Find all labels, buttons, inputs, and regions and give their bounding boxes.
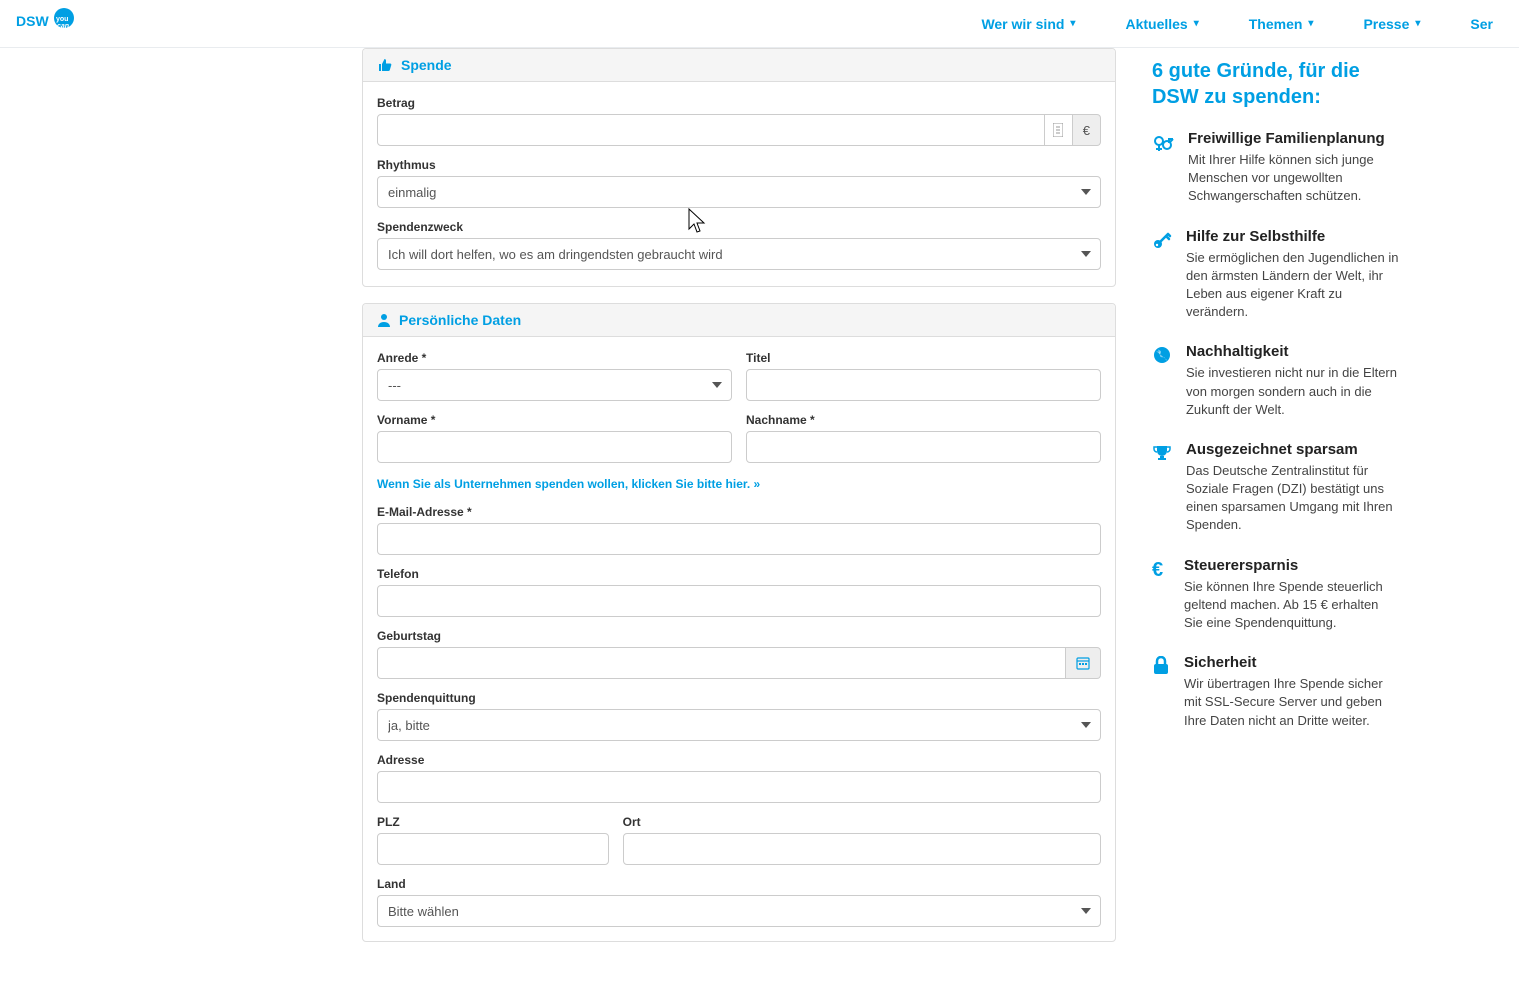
reason-title: Steuerersparnis	[1184, 557, 1400, 574]
top-header: DSW you can Wer wir sind▾ Aktuelles▾ The…	[0, 0, 1519, 48]
anrede-select[interactable]: ---	[377, 369, 732, 401]
globe-icon	[1152, 343, 1172, 419]
label-email: E-Mail-Adresse *	[377, 505, 1101, 519]
nav-wer-wir-sind[interactable]: Wer wir sind▾	[981, 16, 1075, 32]
betrag-input[interactable]	[377, 114, 1045, 146]
reason-text: Sie investieren nicht nur in die Eltern …	[1186, 364, 1400, 419]
label-ort: Ort	[623, 815, 1101, 829]
svg-text:DSW: DSW	[16, 13, 49, 29]
nachname-input[interactable]	[746, 431, 1101, 463]
chevron-down-icon: ▾	[1070, 18, 1075, 29]
chevron-down-icon: ▾	[1415, 18, 1420, 29]
nav-aktuelles[interactable]: Aktuelles▾	[1125, 16, 1198, 32]
label-geburtstag: Geburtstag	[377, 629, 1101, 643]
label-anrede: Anrede *	[377, 351, 732, 365]
land-select[interactable]: Bitte wählen	[377, 895, 1101, 927]
label-rhythmus: Rhythmus	[377, 158, 1101, 172]
panel-title: Persönliche Daten	[399, 312, 521, 328]
reason-title: Hilfe zur Selbsthilfe	[1186, 228, 1400, 245]
main-nav: Wer wir sind▾ Aktuelles▾ Themen▾ Presse▾…	[981, 16, 1493, 32]
reason-item: Ausgezeichnet sparsam Das Deutsche Zentr…	[1152, 441, 1400, 535]
panel-personal: Persönliche Daten Anrede * ---	[362, 303, 1116, 942]
reason-item: Nachhaltigkeit Sie investieren nicht nur…	[1152, 343, 1400, 419]
receipt-select[interactable]: ja, bitte	[377, 709, 1101, 741]
label-spendenzweck: Spendenzweck	[377, 220, 1101, 234]
reason-text: Mit Ihrer Hilfe können sich junge Mensch…	[1188, 151, 1400, 206]
spendenzweck-select[interactable]: Ich will dort helfen, wo es am dringends…	[377, 238, 1101, 270]
key-icon	[1152, 228, 1172, 322]
reason-title: Freiwillige Familienplanung	[1188, 130, 1400, 147]
reason-text: Wir übertragen Ihre Spende sicher mit SS…	[1184, 675, 1400, 730]
sidebar-title: 6 gute Gründe, für die DSW zu spenden:	[1152, 58, 1400, 110]
reason-item: € Steuerersparnis Sie können Ihre Spende…	[1152, 557, 1400, 633]
label-vorname: Vorname *	[377, 413, 732, 427]
currency-addon: €	[1073, 114, 1101, 146]
telefon-input[interactable]	[377, 585, 1101, 617]
nav-themen[interactable]: Themen▾	[1249, 16, 1314, 32]
label-nachname: Nachname *	[746, 413, 1101, 427]
panel-spende: Spende Betrag € Rhythmus	[362, 48, 1116, 287]
vorname-input[interactable]	[377, 431, 732, 463]
geburtstag-input[interactable]	[377, 647, 1066, 679]
company-link[interactable]: Wenn Sie als Unternehmen spenden wollen,…	[377, 477, 760, 491]
thumbs-up-icon	[377, 57, 393, 73]
chevron-down-icon: ▾	[1194, 18, 1199, 29]
label-receipt: Spendenquittung	[377, 691, 1101, 705]
trophy-icon	[1152, 441, 1172, 535]
nav-service[interactable]: Ser	[1470, 16, 1493, 32]
label-plz: PLZ	[377, 815, 609, 829]
adresse-input[interactable]	[377, 771, 1101, 803]
ort-input[interactable]	[623, 833, 1101, 865]
gender-icon	[1152, 130, 1174, 206]
chevron-down-icon: ▾	[1308, 18, 1313, 29]
reason-item: Freiwillige Familienplanung Mit Ihrer Hi…	[1152, 130, 1400, 206]
reason-title: Nachhaltigkeit	[1186, 343, 1400, 360]
lock-icon	[1152, 654, 1170, 730]
reason-text: Das Deutsche Zentralinstitut für Soziale…	[1186, 462, 1400, 535]
label-land: Land	[377, 877, 1101, 891]
titel-input[interactable]	[746, 369, 1101, 401]
nav-presse[interactable]: Presse▾	[1363, 16, 1420, 32]
email-input[interactable]	[377, 523, 1101, 555]
label-betrag: Betrag	[377, 96, 1101, 110]
svg-text:you: you	[56, 16, 68, 23]
calendar-icon[interactable]	[1066, 647, 1101, 679]
label-titel: Titel	[746, 351, 1101, 365]
label-adresse: Adresse	[377, 753, 1101, 767]
person-icon	[377, 313, 391, 327]
logo[interactable]: DSW you can	[16, 8, 76, 40]
reason-item: Sicherheit Wir übertragen Ihre Spende si…	[1152, 654, 1400, 730]
rhythmus-select[interactable]: einmalig	[377, 176, 1101, 208]
reason-title: Sicherheit	[1184, 654, 1400, 671]
sidebar-reasons: 6 gute Gründe, für die DSW zu spenden: F…	[1152, 48, 1400, 958]
reason-text: Sie ermöglichen den Jugendlichen in den …	[1186, 249, 1400, 322]
panel-title: Spende	[401, 57, 452, 73]
logo-icon: DSW you can	[16, 8, 76, 40]
reason-title: Ausgezeichnet sparsam	[1186, 441, 1400, 458]
svg-text:€: €	[1152, 559, 1163, 579]
svg-text:can: can	[57, 23, 69, 30]
numeric-stepper-icon[interactable]	[1045, 114, 1073, 146]
euro-icon: €	[1152, 557, 1170, 633]
reason-item: Hilfe zur Selbsthilfe Sie ermöglichen de…	[1152, 228, 1400, 322]
label-telefon: Telefon	[377, 567, 1101, 581]
reason-text: Sie können Ihre Spende steuerlich gelten…	[1184, 578, 1400, 633]
plz-input[interactable]	[377, 833, 609, 865]
